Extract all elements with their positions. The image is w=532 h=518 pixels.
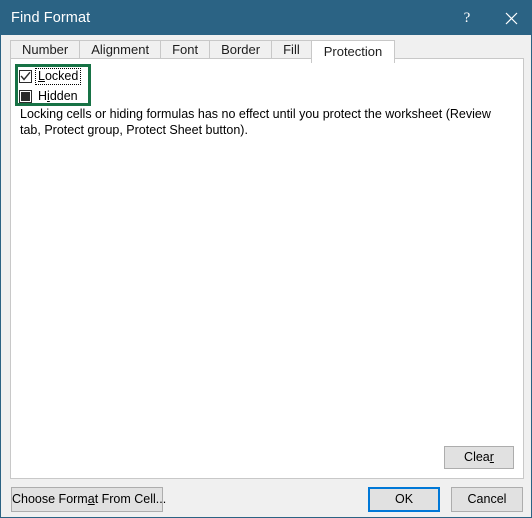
- tab-fill[interactable]: Fill: [271, 40, 312, 60]
- choose-format-label-post: t From Cell...: [94, 492, 167, 506]
- close-icon[interactable]: [489, 1, 531, 35]
- question-mark-glyph: ?: [463, 9, 471, 26]
- ok-button[interactable]: OK: [368, 487, 440, 512]
- locked-label-rest: ocked: [44, 69, 79, 83]
- choose-format-accel-letter: a: [87, 492, 95, 506]
- protection-description-text: Locking cells or hiding formulas has no …: [20, 107, 491, 137]
- hidden-label-pre: H: [38, 89, 48, 103]
- tab-strip: Number Alignment Font Border Fill Protec…: [1, 35, 531, 63]
- tab-list: Number Alignment Font Border Fill Protec…: [10, 40, 396, 63]
- hidden-checkbox-mixed-fill: [21, 92, 30, 101]
- tab-alignment[interactable]: Alignment: [79, 40, 162, 60]
- locked-checkbox-label: Locked: [34, 68, 82, 85]
- protection-tab-panel: Locked Hidden Locking cells or hiding fo…: [10, 58, 524, 479]
- clear-accel-letter: r: [489, 450, 494, 464]
- locked-checkbox-row[interactable]: Locked: [19, 68, 82, 85]
- clear-button[interactable]: Clear: [444, 446, 514, 469]
- cancel-button[interactable]: Cancel: [451, 487, 523, 512]
- tab-border[interactable]: Border: [209, 40, 273, 60]
- hidden-label-post: dden: [49, 89, 78, 103]
- choose-format-from-cell-button[interactable]: Choose Format From Cell...: [11, 487, 166, 512]
- hidden-checkbox[interactable]: [19, 90, 32, 103]
- protection-checkbox-group: Locked Hidden: [19, 68, 82, 108]
- tab-number[interactable]: Number: [10, 40, 81, 60]
- locked-checkbox[interactable]: [19, 70, 32, 83]
- hidden-checkbox-label: Hidden: [36, 89, 80, 104]
- help-icon[interactable]: ?: [445, 1, 489, 35]
- dialog-footer: Choose Format From Cell... OK Cancel: [1, 481, 531, 517]
- locked-accel-letter: L: [38, 69, 45, 83]
- hidden-checkbox-row[interactable]: Hidden: [19, 88, 80, 105]
- tab-protection[interactable]: Protection: [310, 40, 396, 63]
- find-format-dialog: Find Format ? Number Alignment Font Bord…: [0, 0, 532, 518]
- tab-font[interactable]: Font: [160, 40, 211, 60]
- clear-label-pre: Clea: [464, 450, 490, 464]
- choose-format-label-pre: Choose Form: [12, 492, 88, 506]
- title-bar: Find Format ?: [1, 1, 531, 35]
- dialog-title: Find Format: [11, 10, 91, 26]
